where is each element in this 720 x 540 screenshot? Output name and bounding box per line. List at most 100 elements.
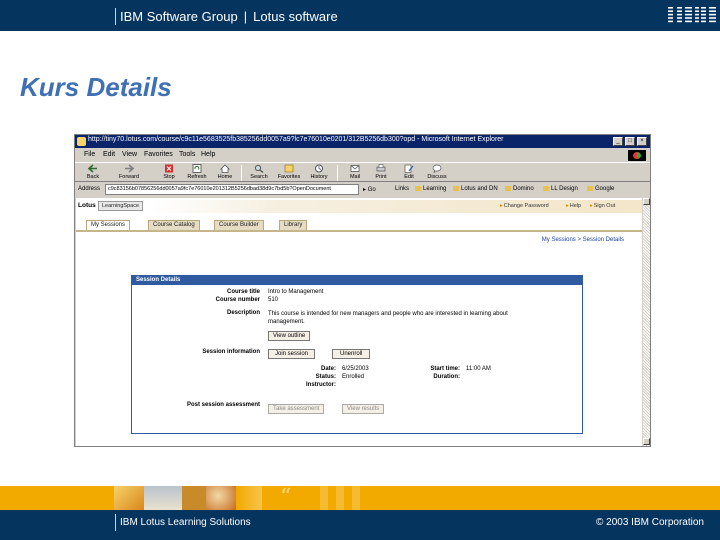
address-bar: Address c9c83156b07856256dd0057a9fc7e760…: [75, 183, 650, 197]
links-label: Links: [395, 186, 410, 192]
duration-label: Duration:: [433, 374, 460, 380]
session-details-panel: Session Details Course title Intro to Ma…: [131, 275, 583, 434]
forward-arrow-icon: [125, 164, 134, 173]
decorative-tile: [144, 486, 182, 510]
home-button[interactable]: Home: [211, 164, 239, 182]
browser-window: http://tiny70.lotus.com/course/c9c11e568…: [74, 134, 651, 447]
search-icon: [254, 164, 264, 173]
take-assessment-button[interactable]: Take assessment: [268, 404, 325, 414]
mail-icon: [350, 165, 360, 172]
decorative-tile: [206, 486, 236, 510]
course-number-value: 510: [268, 297, 279, 303]
browser-toolbar: Back Forward Stop Refresh Home Search Fa…: [75, 162, 650, 182]
edit-icon: [404, 164, 414, 173]
tabs-divider: [76, 230, 642, 232]
date-value: 6/25/2003: [342, 366, 369, 372]
course-number-label: Course number: [215, 297, 260, 303]
join-session-button[interactable]: Join session: [268, 349, 316, 359]
lotus-banner: Lotus LearningSpace Change Password Help…: [76, 200, 642, 213]
menu-tools[interactable]: Tools: [179, 151, 195, 158]
menu-favorites[interactable]: Favorites: [144, 151, 173, 158]
help-link[interactable]: Help: [566, 203, 581, 209]
windows-logo-icon: [628, 150, 646, 161]
footer-divider: [115, 514, 116, 531]
print-button[interactable]: Print: [367, 164, 395, 182]
post-session-assessment-label: Post session assessment: [186, 402, 260, 408]
address-input[interactable]: c9c83156b07856256dd0057a9fc7e76010e20131…: [105, 184, 359, 195]
tab-course-builder[interactable]: Course Builder: [214, 220, 264, 230]
quote-mark-icon: “: [280, 486, 292, 510]
link-ll-design[interactable]: LL Design: [543, 186, 578, 192]
history-button[interactable]: History: [305, 164, 333, 182]
change-password-link[interactable]: Change Password: [500, 203, 549, 209]
course-title-value: Intro to Management: [268, 289, 324, 295]
slide-footer: IBM Lotus Learning Solutions © 2003 IBM …: [0, 510, 720, 540]
scroll-down-icon[interactable]: [643, 438, 650, 445]
browser-titlebar: http://tiny70.lotus.com/course/c9c11e568…: [75, 135, 650, 148]
address-label: Address: [78, 186, 101, 192]
footer-solutions: IBM Lotus Learning Solutions: [120, 517, 251, 528]
go-button[interactable]: ▸ Go: [363, 186, 376, 193]
tab-course-catalog[interactable]: Course Catalog: [148, 220, 200, 230]
footer-image-band: “: [0, 486, 720, 510]
menu-view[interactable]: View: [122, 151, 137, 158]
favorites-button[interactable]: Favorites: [275, 164, 303, 182]
view-outline-button[interactable]: View outline: [268, 331, 311, 341]
back-button[interactable]: Back: [79, 164, 107, 182]
menu-help[interactable]: Help: [201, 151, 215, 158]
course-title-label: Course title: [226, 289, 260, 295]
view-results-button[interactable]: View results: [342, 404, 385, 414]
slide-title: Kurs Details: [20, 72, 172, 102]
forward-button[interactable]: Forward: [115, 164, 143, 182]
favorites-icon: [284, 164, 294, 173]
description-label: Description: [226, 310, 260, 316]
status-label: Status:: [315, 374, 336, 380]
instructor-label: Instructor:: [306, 382, 336, 388]
link-learning[interactable]: Learning: [415, 186, 446, 192]
sign-out-link[interactable]: Sign Out: [590, 203, 615, 209]
discuss-button[interactable]: Discuss: [423, 164, 451, 182]
history-icon: [315, 164, 323, 173]
link-domino[interactable]: Domino: [505, 186, 534, 192]
header-brand: Lotus software: [253, 9, 338, 24]
browser-menubar: File Edit View Favorites Tools Help: [75, 149, 650, 161]
link-google[interactable]: Google: [587, 186, 614, 192]
header-divider: [115, 8, 116, 25]
link-lotus-and-dn[interactable]: Lotus and DN: [453, 186, 498, 192]
start-time-value: 11:00 AM: [466, 366, 491, 372]
panel-title: Session Details: [132, 276, 582, 285]
menu-file[interactable]: File: [84, 151, 95, 158]
toolbar-separator: [241, 165, 242, 181]
decorative-tile: [312, 486, 368, 510]
start-time-label: Start time:: [430, 366, 460, 372]
breadcrumb: My Sessions > Session Details: [541, 237, 624, 243]
decorative-tile: [236, 486, 262, 510]
close-icon[interactable]: ×: [637, 137, 647, 146]
home-icon: [220, 164, 230, 173]
footer-copyright: © 2003 IBM Corporation: [596, 517, 704, 528]
scroll-up-icon[interactable]: [643, 198, 650, 205]
discuss-icon: [432, 164, 442, 173]
tab-library[interactable]: Library: [279, 220, 308, 230]
edit-button[interactable]: Edit: [395, 164, 423, 182]
stop-icon: [165, 164, 173, 173]
menu-edit[interactable]: Edit: [103, 151, 115, 158]
decorative-tile: [182, 486, 206, 510]
lotus-logo: Lotus: [78, 202, 96, 209]
page-content: Lotus LearningSpace Change Password Help…: [76, 198, 642, 446]
minimize-icon[interactable]: _: [613, 137, 623, 146]
stop-button[interactable]: Stop: [155, 164, 183, 182]
browser-title: http://tiny70.lotus.com/course/c9c11e568…: [88, 136, 504, 143]
tab-my-sessions[interactable]: My Sessions: [86, 220, 131, 230]
page-scrollbar[interactable]: [642, 198, 650, 446]
refresh-button[interactable]: Refresh: [183, 164, 211, 182]
ibm-logo-icon: [668, 6, 716, 25]
go-label: Go: [367, 187, 376, 193]
decorative-tile: [114, 486, 144, 510]
maximize-icon[interactable]: □: [625, 137, 635, 146]
header-text: IBM Software Group | Lotus software: [120, 9, 338, 24]
mail-button[interactable]: Mail: [341, 164, 369, 182]
unenroll-button[interactable]: Unenroll: [332, 349, 371, 359]
print-icon: [376, 164, 386, 172]
search-button[interactable]: Search: [245, 164, 273, 182]
